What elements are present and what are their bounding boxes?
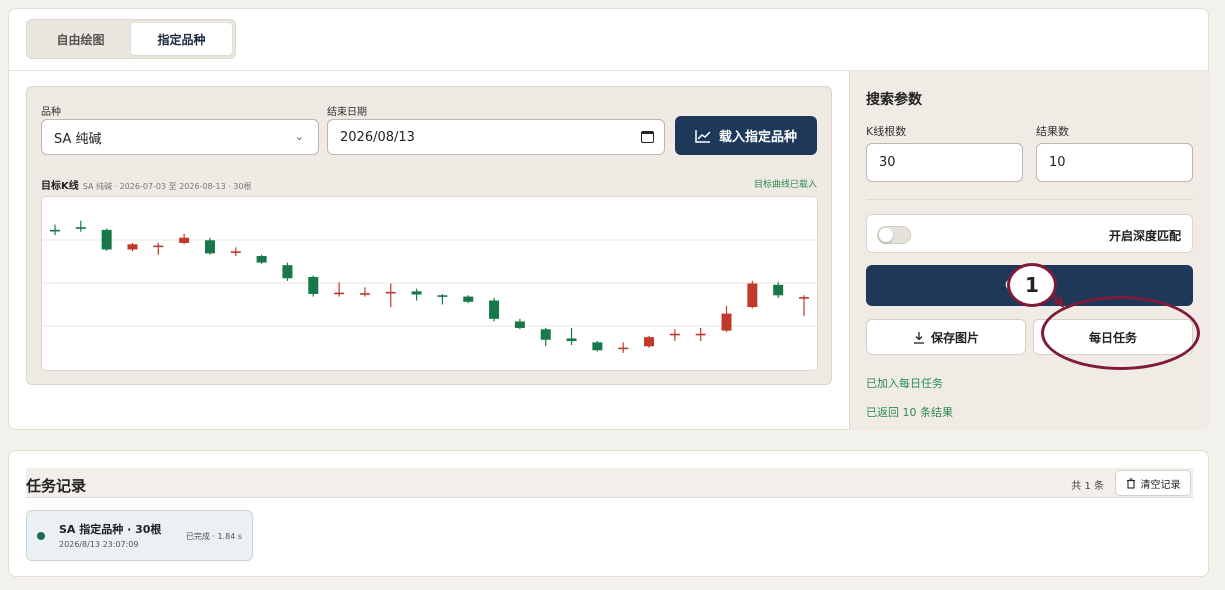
k-count-label: K线根数 [866, 125, 907, 138]
download-icon [913, 331, 924, 344]
candle-body [75, 227, 86, 229]
deep-match-toggle[interactable] [877, 226, 911, 244]
chart-status: 目标曲线已载入 [753, 180, 817, 190]
search-title: 搜索参数 [866, 92, 922, 108]
candle-body [127, 244, 138, 250]
task-item[interactable]: SA 指定品种 · 30根 2026/8/13 23:07:09 已完成 · 1… [26, 510, 253, 561]
deep-match-row: 开启深度匹配 [866, 214, 1193, 253]
tab-free-draw[interactable]: 自由绘图 [30, 23, 131, 55]
candle-body [50, 229, 60, 232]
search-panel: 搜索参数 K线根数 30 结果数 10 开启深度匹配 匹配 保存图片 每日 [849, 71, 1209, 430]
chevron-down-icon: ⌄ [294, 130, 304, 143]
variety-label: 品种 [41, 107, 61, 118]
trash-icon [1126, 477, 1135, 489]
candle-body [592, 342, 603, 351]
result-count-input[interactable]: 10 [1036, 143, 1193, 182]
variety-panel: 品种 SA 纯碱 ⌄ 结束日期 2026/08/13 载入指定品种 目标K线 SA… [26, 86, 832, 385]
end-date-label: 结束日期 [327, 107, 367, 118]
candle-body [721, 313, 732, 331]
candle-body [437, 295, 448, 297]
status-message-daily-task: 已加入每日任务 [866, 377, 943, 390]
candle-body [514, 321, 525, 328]
candle-body [618, 347, 629, 350]
candle-body [308, 276, 319, 294]
candle-body [669, 333, 680, 336]
calendar-icon[interactable] [641, 131, 654, 143]
save-image-label: 保存图片 [930, 330, 979, 345]
toggle-knob [879, 228, 893, 242]
variety-value: SA 纯碱 [54, 131, 102, 147]
candle-body [204, 240, 215, 254]
task-item-title: SA 指定品种 · 30根 [59, 523, 162, 536]
task-count: 共 1 条 [1071, 481, 1104, 492]
line-chart-icon [695, 129, 711, 143]
chart-subtitle: SA 纯碱 · 2026-07-03 至 2026-08-13 · 30根 [82, 182, 252, 191]
candle-body [256, 256, 267, 263]
variety-select[interactable]: SA 纯碱 ⌄ [41, 119, 319, 155]
candle-body [773, 284, 784, 296]
clear-records-button[interactable]: 清空记录 [1115, 470, 1191, 496]
candle-body [644, 337, 655, 347]
candle-body [463, 296, 474, 302]
mode-tabs: 自由绘图 指定品种 [26, 19, 236, 59]
candle-body [359, 293, 370, 295]
task-item-status: 已完成 · 1.84 s [185, 532, 242, 541]
chart-header: 目标K线 SA 纯碱 · 2026-07-03 至 2026-08-13 · 30… [41, 177, 252, 192]
candle-body [153, 245, 164, 248]
end-date-input[interactable]: 2026/08/13 [327, 119, 665, 155]
status-message-results: 已返回 10 条结果 [866, 406, 953, 419]
candle-body [385, 291, 396, 294]
candle-body [179, 237, 190, 243]
candles [50, 220, 809, 353]
kline-svg [42, 220, 817, 353]
candle-body [489, 300, 500, 319]
main-card: 自由绘图 指定品种 品种 SA 纯碱 ⌄ 结束日期 2026/08/13 载入指… [8, 8, 1209, 430]
task-record-card: 任务记录 共 1 条 清空记录 SA 指定品种 · 30根 2026/8/13 … [8, 450, 1209, 577]
chart-title: 目标K线 [41, 181, 79, 192]
save-image-button[interactable]: 保存图片 [866, 319, 1026, 355]
annotation-badge: 1 [1007, 263, 1057, 307]
tab-specified-variety[interactable]: 指定品种 [131, 23, 232, 55]
candle-body [282, 265, 293, 279]
candle-body [540, 329, 551, 340]
candle-body [230, 251, 241, 253]
candle-body [799, 297, 809, 299]
candle-body [695, 333, 706, 336]
kline-chart [41, 196, 818, 371]
end-date-value: 2026/08/13 [340, 129, 415, 145]
task-header [26, 468, 1193, 498]
candle-body [747, 283, 758, 308]
task-record-title: 任务记录 [26, 477, 87, 495]
candle-body [566, 338, 577, 342]
candle-body [334, 292, 345, 295]
candle-body [101, 229, 112, 250]
deep-match-label: 开启深度匹配 [1108, 229, 1181, 243]
load-variety-label: 载入指定品种 [718, 130, 797, 145]
k-count-input[interactable]: 30 [866, 143, 1023, 182]
load-variety-button[interactable]: 载入指定品种 [675, 116, 817, 155]
divider [866, 199, 1193, 200]
status-dot [37, 532, 45, 540]
result-count-label: 结果数 [1036, 125, 1069, 138]
task-item-time: 2026/8/13 23:07:09 [59, 540, 139, 549]
candle-body [411, 291, 422, 295]
clear-records-label: 清空记录 [1140, 479, 1181, 491]
